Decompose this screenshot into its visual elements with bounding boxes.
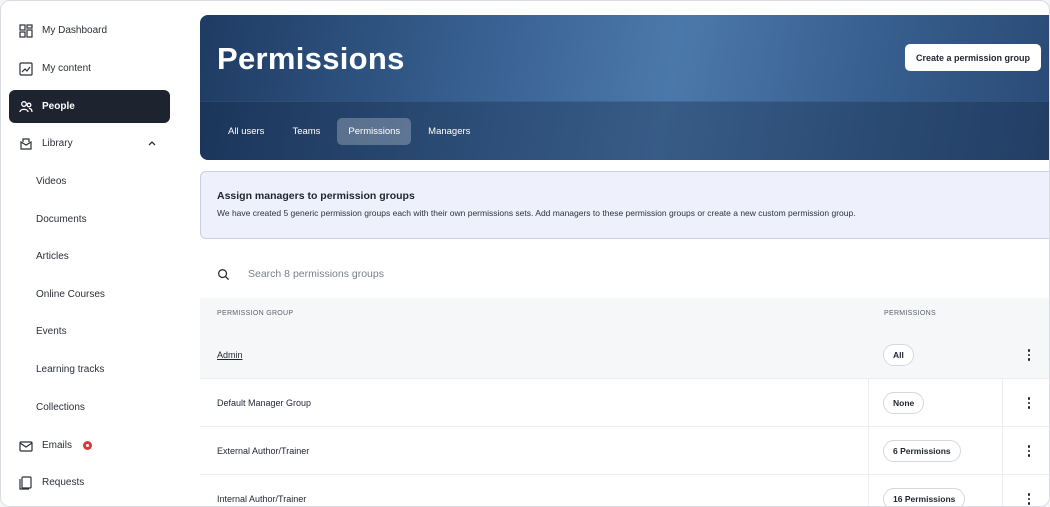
search-bar	[200, 250, 1049, 298]
sidebar-item-learning-tracks[interactable]: Learning tracks	[9, 353, 170, 386]
sidebar-item-collections[interactable]: Collections	[9, 391, 170, 424]
tab-all-users[interactable]: All users	[217, 118, 275, 145]
table-row[interactable]: Admin All	[200, 331, 1049, 379]
sidebar-item-people[interactable]: People	[9, 90, 170, 123]
sidebar-item-library[interactable]: Library	[9, 127, 170, 160]
tab-bar: All users Teams Permissions Managers	[200, 101, 1049, 160]
sidebar-item-label: My Dashboard	[42, 25, 108, 36]
group-name-link[interactable]: Admin	[217, 350, 243, 360]
tab-teams[interactable]: Teams	[281, 118, 331, 145]
sidebar-item-label: Learning tracks	[36, 364, 105, 375]
sidebar-item-label: Documents	[36, 214, 87, 225]
search-input[interactable]	[248, 268, 648, 280]
requests-icon	[19, 475, 33, 490]
sidebar-item-my-dashboard[interactable]: My Dashboard	[9, 14, 170, 47]
more-options-icon[interactable]	[1022, 443, 1036, 459]
column-divider	[1002, 475, 1003, 506]
sidebar-item-requests[interactable]: Requests	[9, 466, 170, 499]
column-divider	[1002, 379, 1003, 427]
sidebar-item-label: Requests	[42, 477, 85, 488]
sidebar: My Dashboard My content People Library V…	[1, 1, 181, 506]
sidebar-item-emails[interactable]: Emails	[9, 429, 170, 462]
permissions-badge: 6 Permissions	[883, 440, 961, 462]
column-divider	[1002, 427, 1003, 475]
group-name: External Author/Trainer	[217, 446, 310, 456]
permissions-badge: None	[883, 392, 925, 414]
create-permission-group-button[interactable]: Create a permission group	[904, 44, 1041, 71]
sidebar-item-videos[interactable]: Videos	[9, 165, 170, 198]
more-options-icon[interactable]	[1022, 347, 1036, 363]
page-title: Permissions	[217, 41, 405, 76]
column-header-permissions[interactable]: PERMISSIONS	[884, 310, 936, 317]
sidebar-item-label: Collections	[36, 402, 85, 413]
people-icon	[19, 100, 33, 114]
sidebar-item-label: My content	[42, 63, 91, 74]
page-header: Permissions Create a permission group Al…	[200, 15, 1049, 160]
more-options-icon[interactable]	[1022, 395, 1036, 411]
more-options-icon[interactable]	[1022, 491, 1036, 506]
notification-badge	[83, 441, 93, 450]
sidebar-item-label: Videos	[36, 176, 67, 187]
sidebar-item-label: Online Courses	[36, 289, 105, 300]
tab-permissions[interactable]: Permissions	[337, 118, 412, 145]
sidebar-item-events[interactable]: Events	[9, 315, 170, 348]
sidebar-item-documents[interactable]: Documents	[9, 203, 170, 236]
sidebar-item-label: People	[42, 101, 75, 112]
search-icon	[218, 268, 230, 280]
content-icon	[19, 61, 33, 76]
app-window: My Dashboard My content People Library V…	[0, 0, 1050, 507]
table-row[interactable]: Default Manager Group None	[200, 379, 1049, 427]
sidebar-item-label: Events	[36, 326, 67, 337]
permissions-badge: 16 Permissions	[883, 488, 966, 506]
info-title: Assign managers to permission groups	[217, 190, 415, 202]
table-row[interactable]: Internal Author/Trainer 16 Permissions	[200, 475, 1049, 506]
info-text: We have created 5 generic permission gro…	[217, 208, 856, 218]
column-divider	[868, 379, 869, 427]
permissions-badge: All	[883, 344, 914, 366]
table-row[interactable]: External Author/Trainer 6 Permissions	[200, 427, 1049, 475]
group-name: Default Manager Group	[217, 398, 312, 408]
sidebar-item-my-content[interactable]: My content	[9, 52, 170, 85]
table-header: PERMISSION GROUP PERMISSIONS	[200, 298, 1049, 331]
group-name: Internal Author/Trainer	[217, 494, 307, 504]
sidebar-item-label: Library	[42, 138, 73, 149]
sidebar-item-articles[interactable]: Articles	[9, 240, 170, 273]
library-icon	[19, 137, 33, 151]
chevron-up-icon[interactable]	[146, 137, 158, 149]
sidebar-item-label: Emails	[42, 440, 73, 451]
sidebar-item-online-courses[interactable]: Online Courses	[9, 278, 170, 311]
dashboard-icon	[19, 23, 33, 38]
tab-managers[interactable]: Managers	[417, 118, 481, 145]
info-banner: Assign managers to permission groups We …	[200, 171, 1049, 239]
column-divider	[868, 427, 869, 475]
mail-icon	[19, 439, 33, 453]
column-divider	[868, 475, 869, 506]
column-header-group[interactable]: PERMISSION GROUP	[217, 310, 293, 317]
permission-groups-table: PERMISSION GROUP PERMISSIONS Admin All D…	[200, 250, 1049, 506]
sidebar-item-label: Articles	[36, 251, 69, 262]
